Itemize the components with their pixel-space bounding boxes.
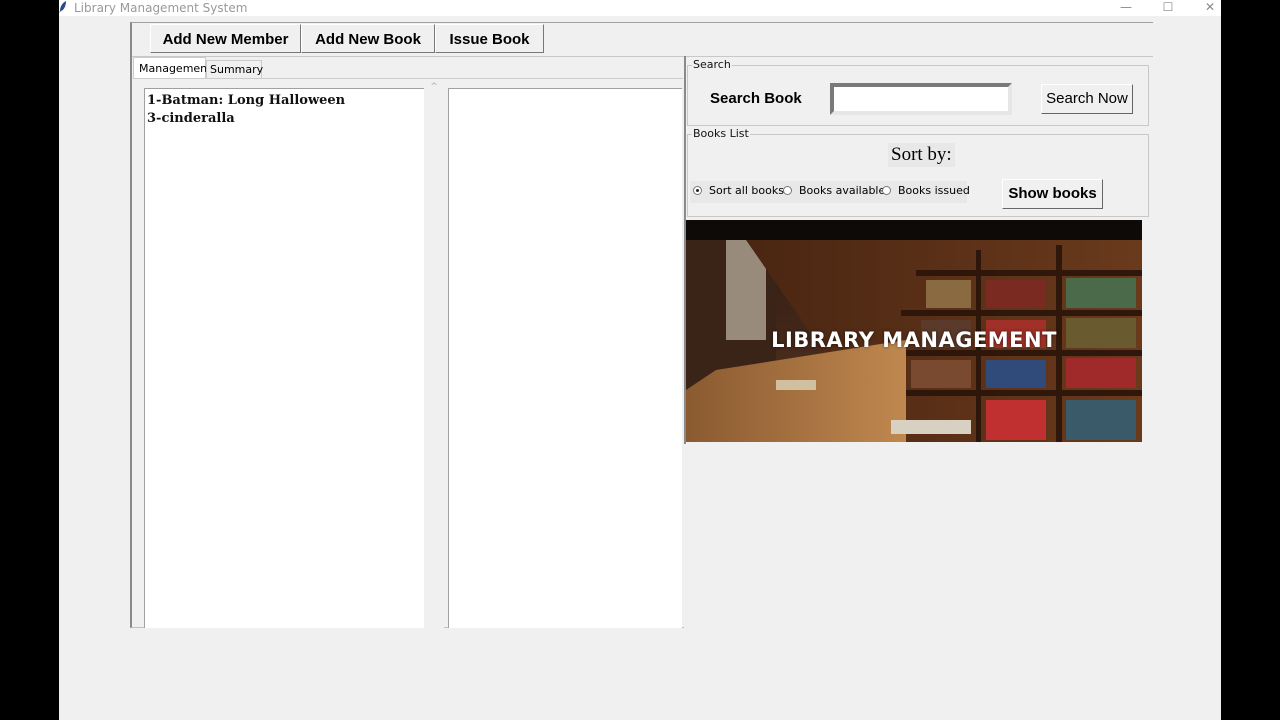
sort-options: Sort all books Books available Books iss… [690, 181, 970, 203]
listbox-scrollbar[interactable]: ^ [424, 80, 444, 628]
add-new-member-button[interactable]: Add New Member [150, 24, 301, 53]
sort-by-label: Sort by: [888, 143, 955, 167]
feather-icon [59, 1, 66, 13]
search-group: Search Search Book Search Now [687, 58, 1149, 126]
search-input[interactable] [830, 83, 1012, 115]
scroll-up-arrow-icon[interactable]: ^ [424, 82, 444, 94]
tab-management[interactable]: Management [133, 57, 211, 78]
window-title: Library Management System [74, 1, 248, 15]
books-listbox[interactable]: 1-Batman: Long Halloween 3-cinderalla [144, 88, 424, 628]
radio-label-issued[interactable]: Books issued [898, 184, 970, 197]
library-banner-image: LIBRARY MANAGEMENT [686, 220, 1142, 442]
left-pane: Management Summary 1-Batman: Long Hallow… [130, 56, 684, 628]
close-button[interactable]: ✕ [1190, 0, 1230, 16]
radio-books-available[interactable] [783, 186, 792, 195]
app-window: Library Management System — ☐ ✕ Add New … [59, 0, 1221, 720]
banner-title: LIBRARY MANAGEMENT [771, 328, 1057, 352]
show-books-button[interactable]: Show books [1002, 179, 1103, 209]
details-listbox[interactable] [448, 88, 682, 628]
radio-sort-all-books[interactable] [693, 186, 702, 195]
add-new-book-button[interactable]: Add New Book [301, 24, 435, 53]
radio-books-issued[interactable] [882, 186, 891, 195]
minimize-button[interactable]: — [1106, 0, 1146, 16]
books-list-group-label: Books List [692, 127, 750, 140]
list-item[interactable]: 3-cinderalla [147, 110, 424, 128]
toolbar: Add New Member Add New Book Issue Book [130, 22, 1153, 57]
management-panel: 1-Batman: Long Halloween 3-cinderalla ^ [133, 78, 683, 628]
maximize-button[interactable]: ☐ [1148, 0, 1188, 16]
search-book-label: Search Book [710, 90, 802, 107]
search-now-button[interactable]: Search Now [1041, 84, 1133, 114]
title-bar: Library Management System — ☐ ✕ [59, 0, 1221, 16]
books-list-group: Books List Sort by: Sort all books Books… [687, 127, 1149, 217]
radio-label-sort-all[interactable]: Sort all books [709, 184, 784, 197]
list-item[interactable]: 1-Batman: Long Halloween [147, 92, 424, 110]
search-group-label: Search [692, 58, 732, 71]
tab-summary[interactable]: Summary [206, 60, 263, 78]
issue-book-button[interactable]: Issue Book [435, 24, 544, 53]
radio-label-available[interactable]: Books available [799, 184, 885, 197]
